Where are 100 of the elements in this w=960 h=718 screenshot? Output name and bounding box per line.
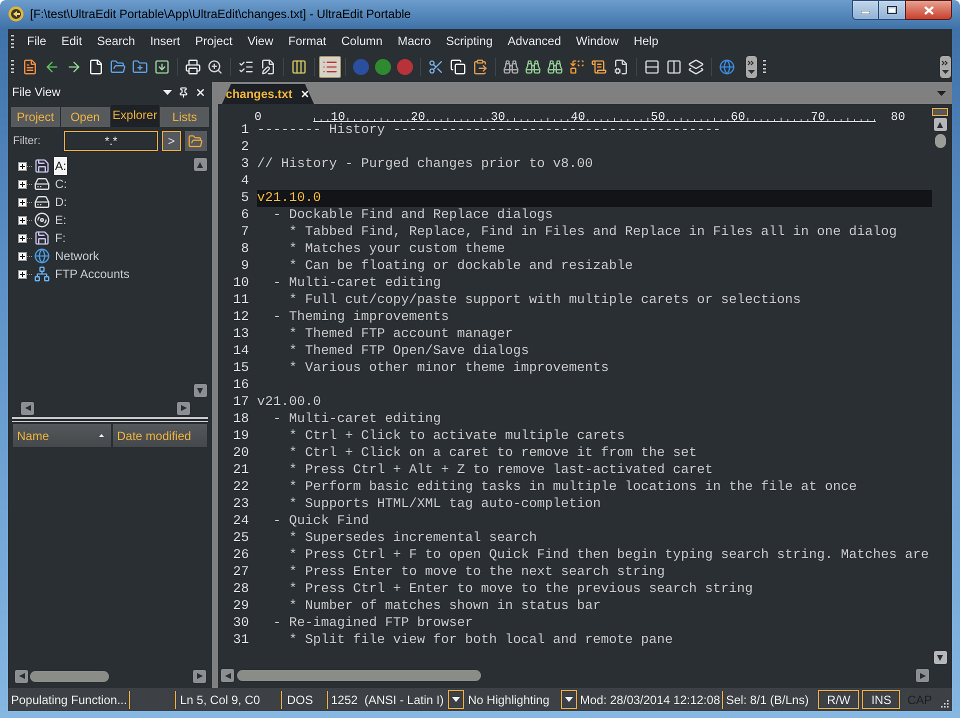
- menu-item[interactable]: View: [240, 31, 280, 51]
- scroll-down-button[interactable]: [934, 651, 946, 664]
- code-line: - Multi-caret editing: [272, 275, 441, 292]
- pin-icon[interactable]: [178, 86, 189, 98]
- cut-icon: [428, 58, 444, 74]
- toolbar-overflow-icon[interactable]: [940, 56, 951, 78]
- menu-item[interactable]: Help: [626, 31, 666, 51]
- document-gear-icon: [613, 58, 629, 74]
- tree-item[interactable]: C:: [54, 175, 68, 193]
- menu-item[interactable]: Window: [569, 31, 626, 51]
- panel-tab[interactable]: Open: [60, 107, 110, 127]
- scrollbar-thumb[interactable]: [30, 670, 109, 682]
- scroll-down-button[interactable]: [194, 384, 206, 397]
- expander-icon[interactable]: [18, 198, 33, 206]
- code-line: - Dockable Find and Replace dialogs: [272, 207, 553, 224]
- menu-item[interactable]: Format: [281, 31, 334, 51]
- grip-icon[interactable]: [763, 60, 766, 73]
- maximize-button[interactable]: [879, 0, 905, 20]
- scroll-left-button[interactable]: [21, 402, 34, 414]
- dropdown-button[interactable]: [561, 690, 577, 709]
- code-line: * Press Ctrl + Alt + Z to remove last-activated caret: [288, 462, 713, 479]
- menu-item[interactable]: Advanced: [500, 31, 568, 51]
- scroll-right-button[interactable]: [193, 670, 206, 682]
- app-icon[interactable]: [8, 6, 24, 22]
- scroll-up-button[interactable]: [194, 158, 206, 171]
- line-ending: DOS: [282, 690, 328, 708]
- menu-item[interactable]: Scripting: [438, 31, 500, 51]
- expander-icon[interactable]: [18, 234, 33, 242]
- expander-icon[interactable]: [18, 252, 33, 260]
- line-number: 4: [241, 173, 249, 190]
- globe-icon: [719, 58, 735, 74]
- code-line: * Can be floating or dockable and resizable: [288, 258, 633, 275]
- scrollbar-thumb[interactable]: [934, 134, 946, 148]
- expander-icon[interactable]: [18, 216, 33, 224]
- scroll-right-button[interactable]: [916, 669, 929, 682]
- scroll-left-button[interactable]: [15, 670, 28, 682]
- line-number: 3: [241, 156, 249, 173]
- menu-item[interactable]: Project: [188, 31, 240, 51]
- new-file-icon: [88, 58, 104, 74]
- line-number: 28: [233, 581, 249, 598]
- open-folder-icon: [110, 58, 126, 74]
- tree-item[interactable]: FTP Accounts: [54, 265, 130, 283]
- tree-item[interactable]: D:: [54, 193, 68, 211]
- column-header[interactable]: Name: [13, 424, 111, 447]
- close-button[interactable]: [905, 0, 952, 20]
- toolbar-button[interactable]: [319, 56, 341, 78]
- expander-icon[interactable]: [18, 270, 33, 278]
- scrollbar-thumb[interactable]: [237, 670, 481, 681]
- hard-drive-icon: [34, 194, 50, 210]
- filter-field[interactable]: *.*: [64, 131, 158, 151]
- code-line: * Press Enter to move to the next search string: [288, 564, 665, 581]
- dropdown-icon[interactable]: [163, 90, 172, 94]
- expander-icon[interactable]: [18, 162, 33, 170]
- menu-item[interactable]: Edit: [54, 31, 90, 51]
- disc-icon: [34, 212, 50, 228]
- menu-item[interactable]: Macro: [390, 31, 438, 51]
- scroll-icon: [591, 58, 607, 74]
- scroll-up-button[interactable]: [934, 118, 946, 131]
- tree-item[interactable]: A:: [54, 157, 68, 175]
- code-line: * Number of matches shown in status bar: [288, 598, 601, 615]
- globe-icon: [34, 248, 50, 264]
- scroll-left-button[interactable]: [221, 669, 234, 682]
- line-number: 2: [241, 139, 249, 156]
- size-grip-icon[interactable]: [940, 699, 949, 708]
- menu-item[interactable]: Column: [334, 31, 390, 51]
- go-button[interactable]: >: [162, 131, 181, 151]
- browse-button[interactable]: [184, 131, 207, 151]
- close-icon[interactable]: [195, 86, 206, 98]
- document-icon: [22, 58, 38, 74]
- line-number: 15: [233, 360, 249, 377]
- menu-item[interactable]: Search: [90, 31, 142, 51]
- split-handle[interactable]: [932, 108, 948, 116]
- tree-item[interactable]: Network: [54, 247, 100, 265]
- horizontal-split-icon: [644, 58, 660, 74]
- scroll-right-button[interactable]: [177, 402, 190, 414]
- minimize-button[interactable]: [852, 0, 879, 20]
- panel-tab[interactable]: Lists: [160, 107, 209, 127]
- panel-tab[interactable]: Project: [11, 107, 60, 127]
- tree-item[interactable]: E:: [54, 211, 68, 229]
- column-header[interactable]: Date modified: [113, 424, 207, 447]
- file-tab[interactable]: changes.txt: [222, 84, 314, 104]
- menu-item[interactable]: File: [20, 31, 54, 51]
- expander-icon[interactable]: [18, 180, 33, 188]
- window-title: [F:\test\UltraEdit Portable\App\UltraEdit\changes.txt] - UltraEdit Portable: [30, 7, 411, 22]
- binoculars-icon: [525, 58, 541, 74]
- code-line: - Theming improvements: [272, 309, 449, 326]
- status-indicator: R/W: [818, 690, 860, 709]
- toolbar-overflow-icon[interactable]: [746, 56, 757, 78]
- dropdown-button[interactable]: [448, 690, 464, 709]
- menu-item[interactable]: Insert: [143, 31, 188, 51]
- ruler-number: 50: [650, 111, 666, 123]
- triangle-down-icon: [197, 388, 203, 394]
- line-number: 1: [241, 122, 249, 139]
- grip-icon[interactable]: [11, 34, 14, 48]
- checklist-icon: [238, 58, 254, 74]
- code-line: * Press Ctrl + Enter to move to the previous search string: [288, 581, 753, 598]
- grip-icon[interactable]: [11, 60, 14, 73]
- close-icon[interactable]: [300, 89, 310, 99]
- tree-item[interactable]: F:: [54, 229, 67, 247]
- panel-tab[interactable]: Explorer: [110, 105, 160, 127]
